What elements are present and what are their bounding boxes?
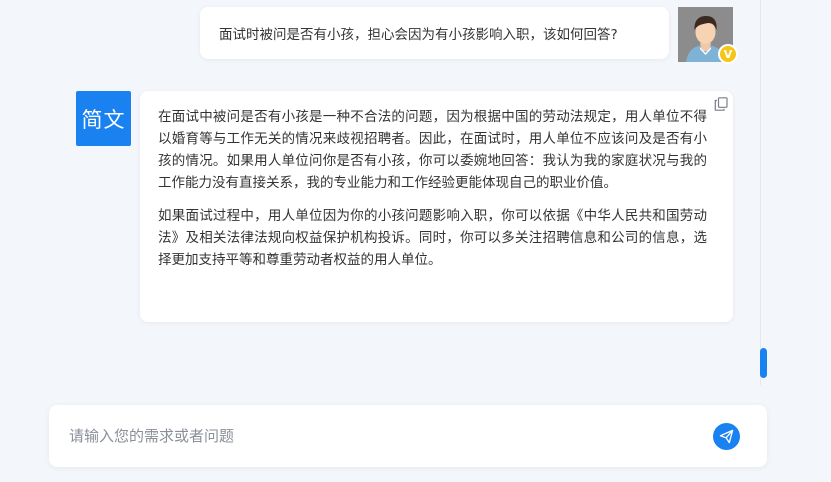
composer-bar bbox=[49, 405, 767, 467]
bot-avatar: 简文 bbox=[76, 91, 131, 146]
scrollbar-track[interactable] bbox=[760, 0, 766, 385]
send-icon bbox=[719, 429, 734, 444]
user-message-text: 面试时被问是否有小孩，担心会因为有小孩影响入职，该如何回答? bbox=[219, 27, 618, 43]
copy-icon[interactable] bbox=[714, 96, 728, 111]
scrollbar-thumb[interactable] bbox=[760, 348, 767, 378]
question-input[interactable] bbox=[69, 427, 689, 445]
vip-badge: V bbox=[718, 44, 738, 64]
bot-message-bubble: 在面试中被问是否有小孩是一种不合法的问题，因为根据中国的劳动法规定，用人单位不得… bbox=[140, 91, 733, 322]
bot-message-paragraph-2: 如果面试过程中，用人单位因为你的小孩问题影响入职，你可以依据《中华人民共和国劳动… bbox=[158, 208, 707, 268]
user-message-bubble: 面试时被问是否有小孩，担心会因为有小孩影响入职，该如何回答? bbox=[200, 7, 669, 59]
bot-message-paragraph-1: 在面试中被问是否有小孩是一种不合法的问题，因为根据中国的劳动法规定，用人单位不得… bbox=[158, 109, 707, 191]
send-button[interactable] bbox=[713, 423, 740, 450]
